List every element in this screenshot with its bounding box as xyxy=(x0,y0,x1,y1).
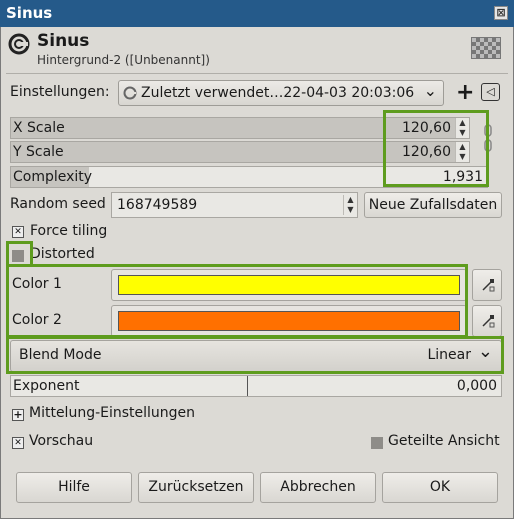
new-seed-button[interactable]: Neue Zufallsdaten xyxy=(364,192,502,218)
ok-button[interactable]: OK xyxy=(382,472,498,503)
window-title: Sinus xyxy=(6,4,53,22)
complexity-label: Complexity xyxy=(13,169,93,185)
exponent-label: Exponent xyxy=(13,378,80,394)
x-scale-label: X Scale xyxy=(13,120,65,136)
help-button[interactable]: Hilfe xyxy=(16,472,132,503)
dialog-title: Sinus xyxy=(37,31,90,51)
down-arrow-icon[interactable]: ▼ xyxy=(344,205,357,215)
preset-combo[interactable]: Zuletzt verwendet…22-04-03 20:03:06 ⌄ xyxy=(118,80,444,106)
reset-button[interactable]: Zurücksetzen xyxy=(138,472,254,503)
random-seed-input[interactable]: 168749589 ▲ ▼ xyxy=(111,192,358,218)
highlight-scale-values xyxy=(383,110,489,187)
force-tiling-label: Force tiling xyxy=(30,223,108,239)
color2-picker-button[interactable] xyxy=(472,305,502,337)
exponent-marker xyxy=(247,376,248,396)
window-titlebar: Sinus ⊠ xyxy=(0,0,514,27)
gimp-filter-icon xyxy=(8,33,30,55)
dialog-subtitle: Hintergrund-2 ([Unbenannt]) xyxy=(37,53,210,67)
up-arrow-icon[interactable]: ▲ xyxy=(344,195,357,205)
split-view-checkbox[interactable] xyxy=(371,437,383,449)
close-button[interactable]: ⊠ xyxy=(494,6,508,20)
random-seed-value: 168749589 xyxy=(117,197,198,213)
blending-options-label[interactable]: Mittelung-Einstellungen xyxy=(29,405,195,421)
preset-value: Zuletzt verwendet…22-04-03 20:03:06 xyxy=(141,85,415,101)
gimp-filter-icon xyxy=(123,86,137,100)
split-view-label: Geteilte Ansicht xyxy=(388,433,500,449)
force-tiling-checkbox[interactable]: ✕ xyxy=(12,226,24,238)
distorted-label: Distorted xyxy=(30,246,95,262)
random-seed-label: Random seed xyxy=(10,196,106,212)
cancel-button[interactable]: Abbrechen xyxy=(260,472,376,503)
add-preset-button[interactable]: + xyxy=(456,80,474,105)
layer-preview-thumbnail xyxy=(471,37,501,59)
y-scale-label: Y Scale xyxy=(13,144,64,160)
exponent-value: 0,000 xyxy=(456,378,497,394)
highlight-blend-mode xyxy=(6,336,504,374)
chevron-down-icon: ⌄ xyxy=(423,81,437,100)
preview-checkbox[interactable]: ✕ xyxy=(12,437,24,449)
random-seed-stepper[interactable]: ▲ ▼ xyxy=(343,195,357,215)
preview-label: Vorschau xyxy=(29,433,94,449)
preset-menu-button[interactable]: ◁ xyxy=(481,83,500,101)
color1-picker-button[interactable] xyxy=(472,269,502,301)
expander-plus-icon[interactable]: + xyxy=(12,409,24,421)
settings-label: Einstellungen: xyxy=(10,84,110,100)
eyedropper-icon xyxy=(482,279,495,292)
header-separator xyxy=(6,73,508,74)
highlight-colors xyxy=(6,264,468,338)
eyedropper-icon xyxy=(482,315,495,328)
exponent-spinscale[interactable]: Exponent 0,000 xyxy=(10,375,502,397)
